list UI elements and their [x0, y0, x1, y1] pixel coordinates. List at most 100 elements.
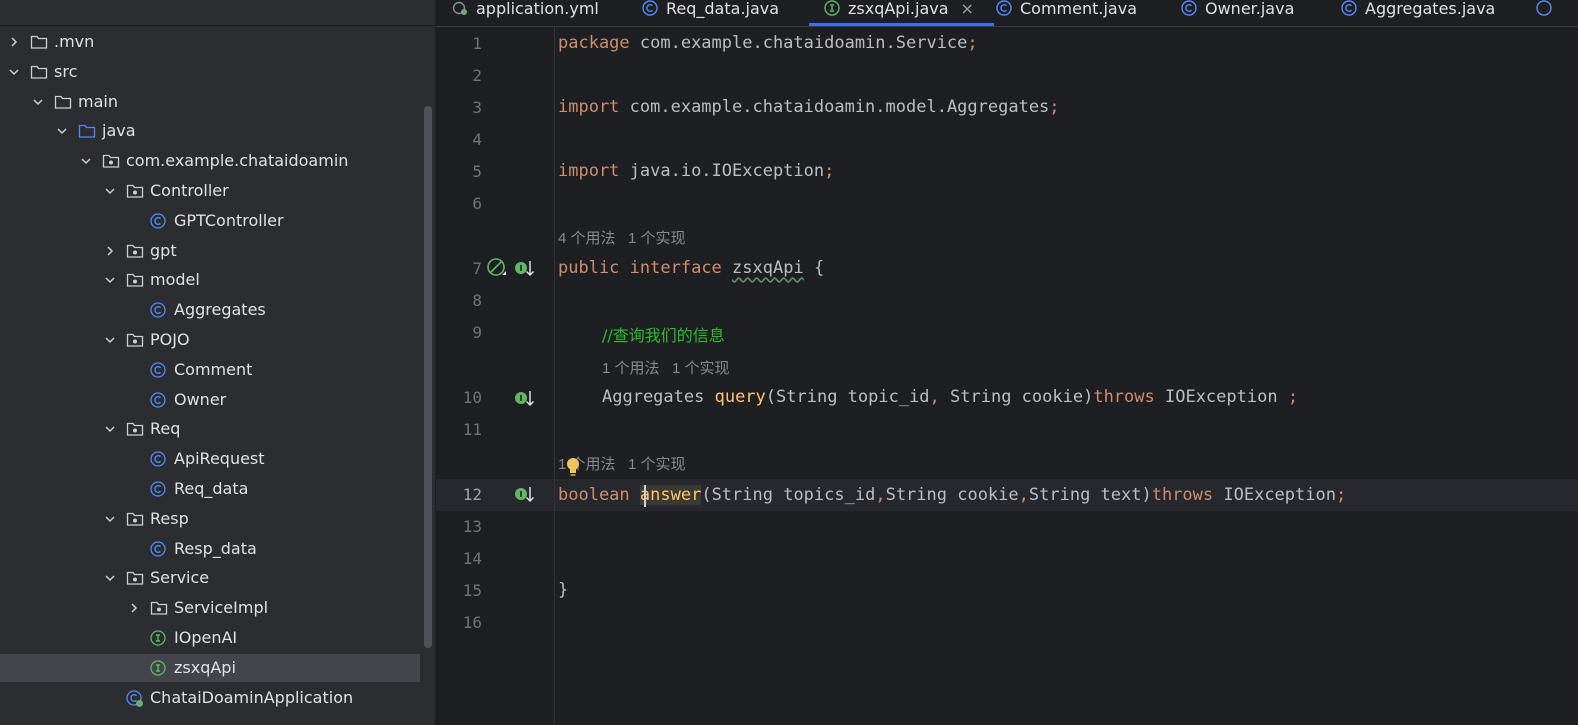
chevron-right-icon[interactable]: [8, 36, 20, 48]
code-line-15[interactable]: }: [558, 580, 568, 600]
package-icon: [150, 600, 168, 616]
tab-aggregates[interactable]: Aggregates.java: [1341, 0, 1495, 26]
chevron-down-icon[interactable]: [104, 572, 116, 584]
chevron-down-icon[interactable]: [104, 334, 116, 346]
tree-item-iopenai[interactable]: IOpenAI: [0, 624, 420, 652]
package-icon: [126, 183, 144, 199]
code-line-3[interactable]: import com.example.chataidoamin.model.Ag…: [558, 97, 1060, 117]
tree-item-label: src: [54, 61, 78, 81]
tree-item-pojo[interactable]: POJO: [0, 326, 420, 354]
line-number[interactable]: 4: [436, 130, 482, 149]
tree-item-label: Req_data: [174, 479, 249, 498]
line-number[interactable]: 7: [436, 259, 482, 278]
tree-item-main[interactable]: main: [0, 88, 420, 116]
line-number[interactable]: 10: [436, 388, 482, 407]
keyword: import: [558, 161, 620, 181]
line-number[interactable]: 9: [436, 323, 482, 342]
return-type: Aggregates: [602, 387, 715, 407]
code-line-9[interactable]: //查询我们的信息: [602, 322, 725, 346]
usages-hint[interactable]: 4 个用法 1 个实现: [558, 227, 686, 248]
tree-item-owner[interactable]: Owner: [0, 386, 420, 414]
tab-req-data[interactable]: Req_data.java: [642, 0, 779, 26]
tree-item-resp[interactable]: Resp: [0, 505, 420, 533]
line-number[interactable]: 2: [436, 66, 482, 85]
implemented-down-icon[interactable]: [514, 259, 536, 279]
chevron-right-icon[interactable]: [128, 602, 140, 614]
tree-item-aggregates[interactable]: Aggregates: [0, 296, 420, 324]
line-number[interactable]: 15: [436, 581, 482, 600]
package-icon: [126, 421, 144, 437]
keyword: package: [558, 33, 630, 53]
tab-label: Aggregates.java: [1365, 0, 1496, 18]
tree-item-java[interactable]: java: [0, 117, 420, 145]
line-number[interactable]: 11: [436, 420, 482, 439]
folder-icon: [54, 94, 72, 110]
class-icon: [996, 0, 1012, 16]
implemented-down-icon[interactable]: [514, 485, 536, 505]
tree-item-req-data[interactable]: Req_data: [0, 475, 420, 503]
tree-item-controller[interactable]: Controller: [0, 177, 420, 205]
tree-item-serviceimpl[interactable]: ServiceImpl: [0, 594, 420, 622]
keyword: interface: [629, 258, 722, 278]
chevron-down-icon[interactable]: [104, 513, 116, 525]
no-implementation-icon[interactable]: [486, 257, 508, 277]
tab-owner[interactable]: Owner.java: [1181, 0, 1294, 26]
class-icon: [150, 362, 168, 378]
tab-label: zsxqApi.java: [848, 0, 949, 18]
package-icon: [126, 243, 144, 259]
tab-comment[interactable]: Comment.java: [996, 0, 1137, 26]
chevron-down-icon[interactable]: [80, 155, 92, 167]
tree-item-com-example-chataidoamin[interactable]: com.example.chataidoamin: [0, 147, 420, 175]
semicolon: ;: [1287, 387, 1299, 407]
code-line-10[interactable]: Aggregates query(String topic_id, String…: [602, 387, 1298, 407]
line-number[interactable]: 16: [436, 613, 482, 632]
line-number[interactable]: 12: [436, 485, 482, 504]
tab-overflow[interactable]: [1536, 0, 1560, 26]
tree-item-comment[interactable]: Comment: [0, 356, 420, 384]
code-line-5[interactable]: import java.io.IOException;: [558, 161, 834, 181]
line-number[interactable]: 14: [436, 549, 482, 568]
tree-item-resp-data[interactable]: Resp_data: [0, 535, 420, 563]
code-editor[interactable]: 1 2 3 4 5 6 7 8 9 10 11 12 13 14 15 16 package com.exam…: [436, 27, 1578, 725]
line-number[interactable]: 5: [436, 162, 482, 181]
chevron-down-icon[interactable]: [56, 125, 68, 137]
tree-item-chataidoaminapplication[interactable]: ChataiDoaminApplication: [0, 684, 420, 712]
method-name: query: [714, 387, 766, 407]
chevron-down-icon[interactable]: [104, 274, 116, 286]
chevron-down-icon[interactable]: [104, 185, 116, 197]
line-number[interactable]: 3: [436, 98, 482, 117]
collapse-chevron-icon[interactable]: [2, 0, 12, 2]
tree-item--mvn[interactable]: .mvn: [0, 28, 420, 56]
code-line-1[interactable]: package com.example.chataidoamin.Service…: [558, 33, 978, 53]
tab-zsxqapi[interactable]: zsxqApi.java ×: [809, 0, 994, 26]
line-number[interactable]: 1: [436, 34, 482, 53]
close-icon[interactable]: ×: [961, 0, 974, 18]
tab-application-yml[interactable]: application.yml: [452, 0, 599, 26]
tree-item-zsxqapi[interactable]: zsxqApi: [0, 653, 420, 682]
parameter: String cookie: [885, 485, 1019, 505]
line-number[interactable]: 8: [436, 291, 482, 310]
code-line-7[interactable]: public interface zsxqApi {: [558, 258, 824, 278]
sidebar-scrollbar[interactable]: [424, 106, 432, 648]
tree-item-gpt[interactable]: gpt: [0, 237, 420, 265]
tree-item-model[interactable]: model: [0, 266, 420, 294]
yaml-config-icon: [452, 0, 468, 16]
usages-hint[interactable]: 1 个用法 1 个实现: [602, 357, 730, 378]
tree-item-label: Service: [150, 568, 210, 588]
lightbulb-icon[interactable]: [566, 457, 580, 477]
implemented-down-icon[interactable]: [514, 389, 536, 409]
chevron-down-icon[interactable]: [32, 96, 44, 108]
tree-item-src[interactable]: src: [0, 58, 420, 86]
tree-item-req[interactable]: Req: [0, 415, 420, 443]
code-line-12[interactable]: boolean answer(String topics_id,String c…: [558, 485, 1346, 505]
line-number[interactable]: 6: [436, 194, 482, 213]
tree-item-service[interactable]: Service: [0, 564, 420, 592]
line-number[interactable]: 13: [436, 517, 482, 536]
chevron-right-icon[interactable]: [104, 245, 116, 257]
class-icon: [1341, 0, 1357, 16]
chevron-down-icon[interactable]: [104, 423, 116, 435]
semicolon: ;: [1049, 97, 1060, 117]
chevron-down-icon[interactable]: [8, 66, 20, 78]
tree-item-apirequest[interactable]: ApiRequest: [0, 445, 420, 473]
tree-item-gptcontroller[interactable]: GPTController: [0, 207, 420, 235]
